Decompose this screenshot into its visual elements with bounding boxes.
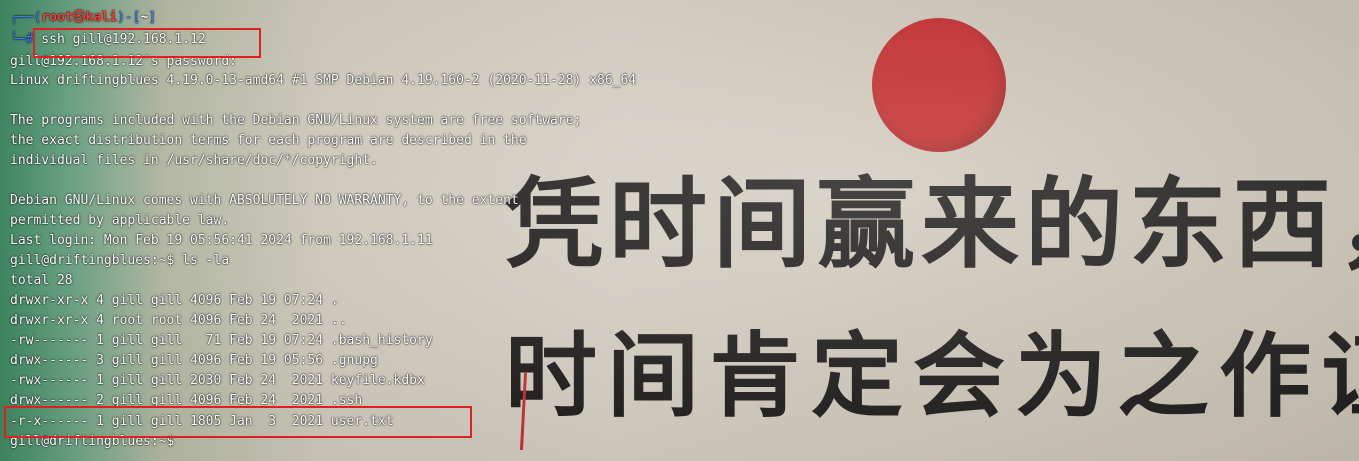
output-line: permitted by applicable law. bbox=[10, 213, 230, 228]
ls-entry: drwxr-xr-x 4 gill gill 4096 Feb 19 07:24… bbox=[10, 293, 339, 308]
ls-entry: -rw------- 1 gill gill 71 Feb 19 07:24 .… bbox=[10, 333, 433, 348]
output-line: the exact distribution terms for each pr… bbox=[10, 133, 527, 148]
output-line: Debian GNU/Linux comes with ABSOLUTELY N… bbox=[10, 193, 519, 208]
ls-entry: -rwx------ 1 gill gill 2030 Feb 24 2021 … bbox=[10, 373, 425, 388]
skull-icon: ㉿ bbox=[72, 10, 86, 25]
ls-entry: drwxr-xr-x 4 root root 4096 Feb 24 2021 … bbox=[10, 313, 347, 328]
terminal-window[interactable]: ┌──(root㉿kali)-[~] └─# ssh gill@192.168.… bbox=[0, 0, 1359, 461]
output-line: Linux driftingblues 4.19.0-13-amd64 #1 S… bbox=[10, 73, 637, 88]
ls-total-line: total 28 bbox=[10, 273, 73, 288]
user-txt-highlight-box bbox=[4, 406, 472, 438]
output-line: The programs included with the Debian GN… bbox=[10, 113, 582, 128]
ssh-command-highlight-box bbox=[33, 28, 261, 58]
ls-entry: drwx------ 3 gill gill 4096 Feb 19 05:56… bbox=[10, 353, 378, 368]
output-line: individual files in /usr/share/doc/*/cop… bbox=[10, 153, 378, 168]
prompt-user: root bbox=[41, 10, 73, 25]
prompt-header: ┌──(root㉿kali)-[~] bbox=[10, 10, 157, 25]
prompt-host: kali bbox=[85, 10, 117, 25]
ls-command-line: gill@driftingblues:~$ ls -la bbox=[10, 253, 230, 268]
last-login-line: Last login: Mon Feb 19 05:56:41 2024 fro… bbox=[10, 233, 433, 248]
